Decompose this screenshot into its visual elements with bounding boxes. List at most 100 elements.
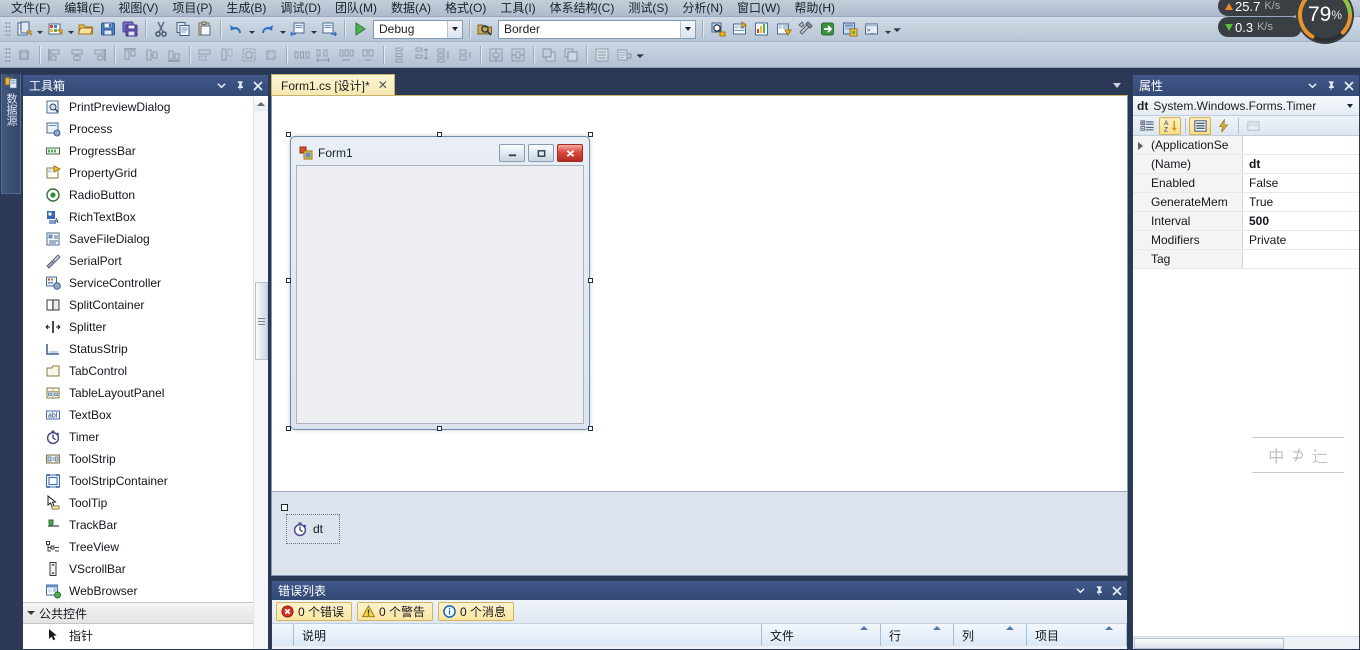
properties-scroll-thumb[interactable] [1134,637,1284,649]
column-project[interactable]: 项目 [1027,624,1127,646]
menu-item-debug[interactable]: 调试(D) [273,0,328,17]
properties-object-selector[interactable]: dt System.Windows.Forms.Timer [1133,96,1359,116]
align-bottoms-icon[interactable] [163,44,185,65]
column-file[interactable]: 文件 [762,624,881,646]
resize-handle-e[interactable] [588,278,593,283]
toolbox-item[interactable]: TrackBar [23,514,268,536]
horizontal-spacing-increase-icon[interactable] [313,44,335,65]
menu-item-test[interactable]: 测试(S) [621,0,675,17]
layout-toolbar-grip[interactable] [4,45,11,64]
toolbox-close-icon[interactable] [250,78,265,94]
center-horizontally-icon[interactable] [485,44,507,65]
properties-grid[interactable]: (ApplicationSe (Name) dt Enabled False Genera… [1133,136,1359,636]
toolbox-item[interactable]: StatusStrip [23,338,268,360]
menu-item-help[interactable]: 帮助(H) [787,0,842,17]
bring-to-front-icon[interactable] [538,44,560,65]
copy-icon[interactable] [172,19,194,40]
designer-canvas[interactable]: Form1 [272,96,1127,491]
property-pages-icon[interactable] [1242,117,1264,135]
property-row[interactable]: Modifiers Private [1133,231,1359,250]
error-list-menu-chevron-down-icon[interactable] [1073,583,1088,599]
property-row[interactable]: Tag [1133,250,1359,269]
toolbox-item[interactable]: ToolTip [23,492,268,514]
toolbox-window-icon[interactable] [773,19,795,40]
toolbox-item[interactable]: PrintPreviewDialog [23,96,268,118]
errors-filter-button[interactable]: 0 个错误 [276,602,353,621]
command-window-icon[interactable]: >_ [861,19,883,40]
toolbox-item[interactable]: abl TextBox [23,404,268,426]
toolbar-overflow-button[interactable] [892,18,902,40]
menu-item-window[interactable]: 窗口(W) [730,0,787,17]
solution-explorer-icon[interactable] [839,19,861,40]
column-col[interactable]: 列 [954,624,1027,646]
save-icon[interactable] [97,19,119,40]
resize-handle-w[interactable] [286,278,291,283]
save-all-icon[interactable] [119,19,141,40]
toolbox-pin-icon[interactable] [232,78,247,94]
property-value[interactable] [1243,136,1359,154]
new-project-dropdown-icon[interactable] [35,19,44,40]
properties-pin-icon[interactable] [1323,78,1338,94]
cut-icon[interactable] [150,19,172,40]
property-value[interactable]: 500 [1243,212,1359,230]
menu-item-project[interactable]: 项目(P) [165,0,219,17]
form1-minimize-button[interactable] [499,144,525,162]
vertical-spacing-increase-icon[interactable] [410,44,432,65]
component-tray[interactable]: dt [272,491,1127,575]
tray-item-dt-timer[interactable]: dt [286,514,340,544]
toolbox-item[interactable]: WebBrowser [23,580,268,602]
resize-handle-s[interactable] [437,426,442,431]
redo-icon[interactable] [256,19,278,40]
winforms-designer-surface[interactable]: Form1 dt [271,95,1128,576]
tools-options-icon[interactable] [795,19,817,40]
align-centers-icon[interactable] [66,44,88,65]
resize-handle-se[interactable] [588,426,593,431]
properties-close-icon[interactable] [1341,78,1356,94]
redo-dropdown-icon[interactable] [278,19,287,40]
align-to-grid-icon[interactable] [13,44,35,65]
horizontal-spacing-make-equal-icon[interactable] [291,44,313,65]
paste-icon[interactable] [194,19,216,40]
menu-item-view[interactable]: 视图(V) [111,0,165,17]
toolbox-item[interactable]: SaveFileDialog [23,228,268,250]
open-file-icon[interactable] [75,19,97,40]
toolbox-item[interactable]: Splitter [23,316,268,338]
property-value[interactable]: True [1243,193,1359,211]
toolbox-item[interactable]: RadioButton [23,184,268,206]
find-combo[interactable]: Border [498,19,696,39]
toolbar-grip[interactable] [4,20,11,38]
toolbox-item[interactable]: SplitContainer [23,294,268,316]
toolbox-item[interactable]: Process [23,118,268,140]
property-value[interactable]: Private [1243,231,1359,249]
horizontal-spacing-decrease-icon[interactable] [335,44,357,65]
sidebar-tab-data-sources[interactable]: 数据源 [1,74,21,194]
form1-title-bar[interactable]: Form1 [295,141,585,165]
property-row[interactable]: Interval 500 [1133,212,1359,231]
toolbox-item[interactable]: ProgressBar [23,140,268,162]
properties-object-dropdown-icon[interactable] [1343,98,1357,113]
align-lefts-icon[interactable] [44,44,66,65]
toolbox-item[interactable]: TabControl [23,360,268,382]
size-to-grid-icon[interactable] [260,44,282,65]
toolbox-item[interactable]: VScrollBar [23,558,268,580]
column-line[interactable]: 行 [881,624,954,646]
resize-handle-ne[interactable] [588,132,593,137]
form1-client-area[interactable] [296,165,584,424]
toolbox-item[interactable]: TableLayoutPanel [23,382,268,404]
menu-item-tools[interactable]: 工具(I) [493,0,542,17]
make-same-size-icon[interactable] [238,44,260,65]
resize-handle-sw[interactable] [286,426,291,431]
toolbox-item[interactable]: Timer [23,426,268,448]
toolbox-scroll-up-icon[interactable] [254,96,268,111]
navigate-backward-icon[interactable] [287,19,309,40]
error-list-pin-icon[interactable] [1091,583,1106,599]
toolbox-group-common-controls[interactable]: 公共控件 [23,602,268,624]
solution-configuration-combo[interactable]: Debug [373,19,463,39]
command-window-dropdown-icon[interactable] [883,19,892,40]
properties-horizontal-scrollbar[interactable] [1133,636,1359,649]
property-value[interactable]: dt [1243,155,1359,173]
navigate-backward-dropdown-icon[interactable] [309,19,318,40]
center-vertically-icon[interactable] [507,44,529,65]
properties-window-icon[interactable] [729,19,751,40]
search-icon[interactable] [707,19,729,40]
